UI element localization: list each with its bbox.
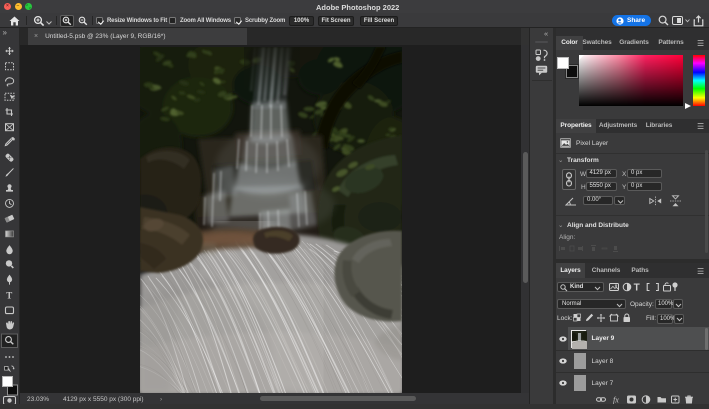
- svg-text:fx: fx: [613, 395, 619, 404]
- svg-text:T: T: [634, 283, 640, 292]
- svg-text:T: T: [6, 290, 12, 300]
- svg-text:»: »: [3, 28, 8, 37]
